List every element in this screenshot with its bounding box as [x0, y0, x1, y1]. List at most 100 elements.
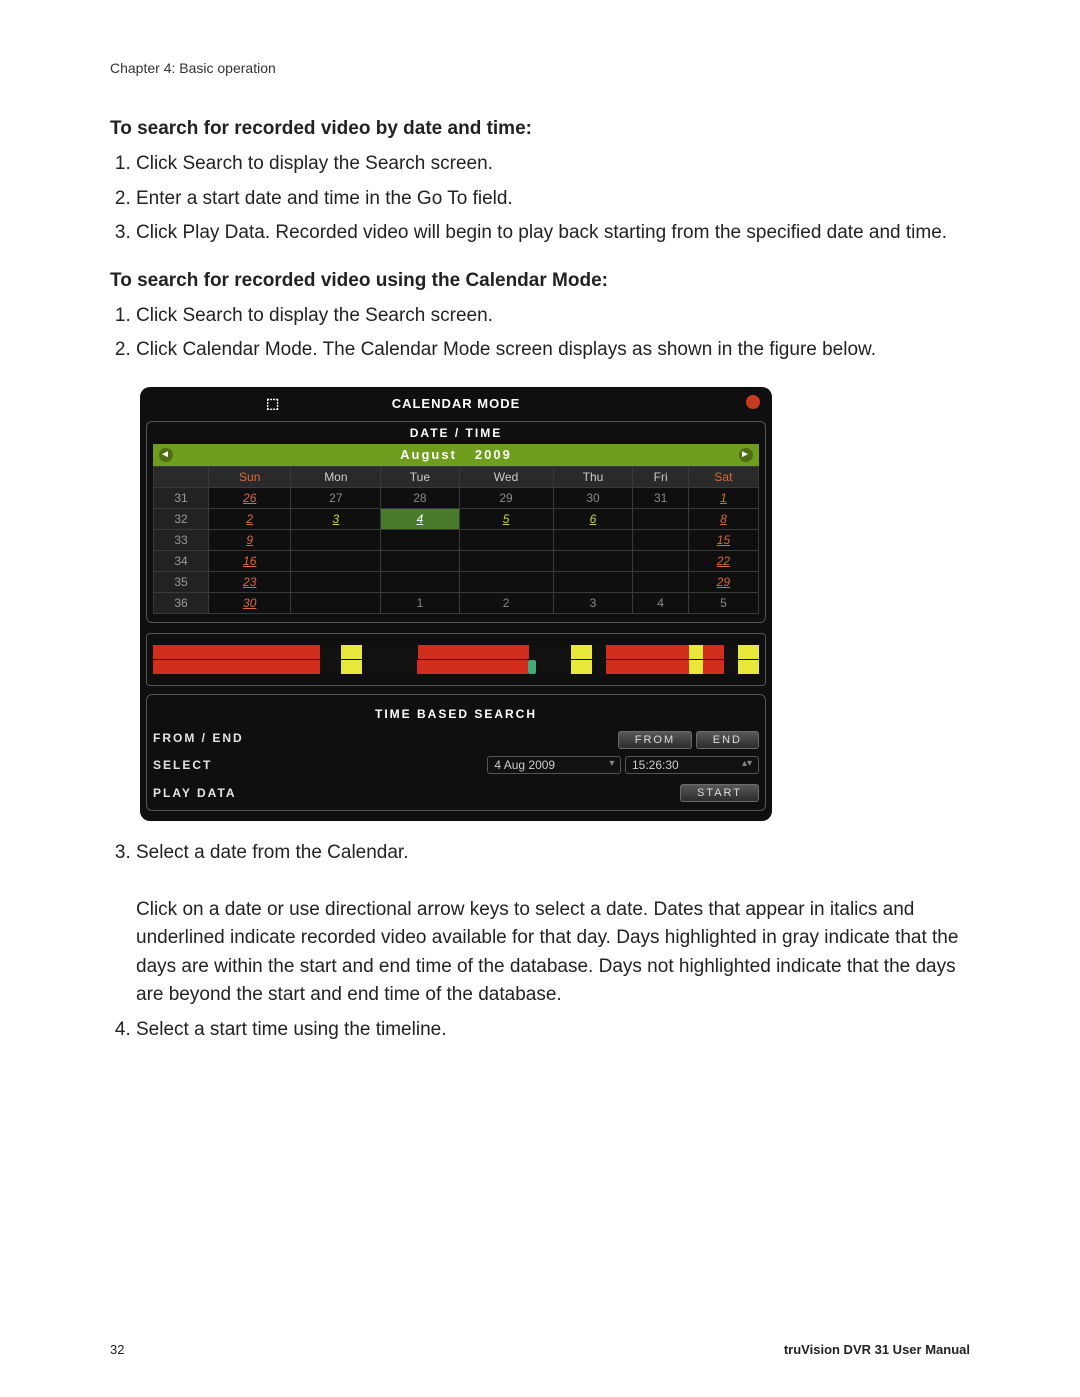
cal-hdr-tue: Tue [381, 466, 459, 487]
select-date-input[interactable]: 4 Aug 2009▾ [487, 756, 621, 774]
cursor-icon: ⬚ [266, 395, 282, 409]
cal-day[interactable]: 9 [209, 529, 291, 550]
close-icon[interactable] [746, 395, 760, 409]
step: Click Play Data. Recorded video will beg… [136, 219, 970, 248]
month-bar: ◄ August 2009 ► [153, 444, 759, 466]
page-number: 32 [110, 1342, 124, 1357]
cal-hdr-wed: Wed [459, 466, 553, 487]
cal-day[interactable] [381, 571, 459, 592]
cal-day[interactable]: 8 [688, 508, 758, 529]
end-button[interactable]: END [696, 731, 759, 749]
cal-week: 35 [154, 571, 209, 592]
select-row: SELECT 4 Aug 2009▾ 15:26:30▴▾ [153, 756, 759, 774]
cal-hdr-fri: Fri [633, 466, 688, 487]
figure-title: CALENDAR MODE [392, 396, 521, 411]
cal-day[interactable]: 16 [209, 550, 291, 571]
steps-datetime: Click Search to display the Search scree… [110, 150, 970, 248]
play-data-label: PLAY DATA [153, 786, 237, 800]
cal-day[interactable] [459, 571, 553, 592]
cal-day[interactable]: 26 [209, 487, 291, 508]
cal-day[interactable] [633, 529, 688, 550]
cal-day-selected[interactable]: 4 [381, 508, 459, 529]
timeline-marker-icon[interactable] [528, 660, 536, 674]
cal-day[interactable] [459, 529, 553, 550]
cal-day[interactable]: 29 [688, 571, 758, 592]
cal-hdr-thu: Thu [553, 466, 633, 487]
cal-day[interactable]: 30 [209, 592, 291, 613]
month-label: August [400, 447, 457, 462]
page-footer: 32 truVision DVR 31 User Manual [110, 1342, 970, 1357]
cal-day[interactable] [291, 550, 381, 571]
cal-day[interactable]: 2 [209, 508, 291, 529]
step: Select a date from the Calendar. Click o… [136, 839, 970, 1010]
cal-day[interactable] [633, 571, 688, 592]
year-label: 2009 [475, 447, 512, 462]
cal-hdr-sun: Sun [209, 466, 291, 487]
cal-week: 34 [154, 550, 209, 571]
cal-day[interactable]: 3 [553, 592, 633, 613]
from-end-row: FROM / END FROM END [153, 731, 759, 746]
cal-week: 31 [154, 487, 209, 508]
cal-day[interactable] [553, 529, 633, 550]
steps-calendar: Click Search to display the Search scree… [110, 302, 970, 365]
cal-day[interactable] [553, 550, 633, 571]
section-heading-calendar: To search for recorded video using the C… [110, 270, 970, 292]
select-time-input[interactable]: 15:26:30▴▾ [625, 756, 759, 774]
chapter-label: Chapter 4: Basic operation [110, 60, 970, 76]
cal-day[interactable]: 15 [688, 529, 758, 550]
step: Click Search to display the Search scree… [136, 150, 970, 179]
calendar-mode-figure: ⬚ CALENDAR MODE DATE / TIME ◄ August 200… [140, 387, 772, 821]
cal-day[interactable] [291, 529, 381, 550]
cal-day[interactable]: 29 [459, 487, 553, 508]
step: Enter a start date and time in the Go To… [136, 185, 970, 214]
cal-hdr-sat: Sat [688, 466, 758, 487]
select-label: SELECT [153, 758, 212, 772]
cal-day[interactable] [633, 550, 688, 571]
timeline-panel[interactable] [146, 633, 766, 686]
manual-title: truVision DVR 31 User Manual [784, 1342, 970, 1357]
cal-day[interactable] [459, 550, 553, 571]
start-button[interactable]: START [680, 784, 759, 802]
cal-week: 32 [154, 508, 209, 529]
from-button[interactable]: FROM [618, 731, 692, 749]
step: Select a start time using the timeline. [136, 1016, 970, 1045]
calendar-table[interactable]: Sun Mon Tue Wed Thu Fri Sat 31 26 27 28 … [153, 466, 759, 614]
cal-day[interactable]: 1 [381, 592, 459, 613]
section-heading-datetime: To search for recorded video by date and… [110, 118, 970, 140]
cal-day[interactable]: 2 [459, 592, 553, 613]
cal-day[interactable] [553, 571, 633, 592]
tbs-title: TIME BASED SEARCH [153, 707, 759, 721]
cal-day[interactable] [381, 550, 459, 571]
cal-day[interactable]: 22 [688, 550, 758, 571]
cal-day[interactable] [291, 592, 381, 613]
panel-title: DATE / TIME [153, 426, 759, 440]
date-time-panel: DATE / TIME ◄ August 2009 ► Sun Mon Tue … [146, 421, 766, 623]
cal-day[interactable]: 1 [688, 487, 758, 508]
cal-day[interactable]: 5 [688, 592, 758, 613]
figure-titlebar: ⬚ CALENDAR MODE [146, 393, 766, 415]
cal-day[interactable]: 28 [381, 487, 459, 508]
cal-day[interactable]: 23 [209, 571, 291, 592]
cal-day[interactable]: 5 [459, 508, 553, 529]
prev-month-icon[interactable]: ◄ [159, 448, 173, 462]
cal-day[interactable]: 6 [553, 508, 633, 529]
steps-calendar-after: Select a date from the Calendar. Click o… [110, 839, 970, 1045]
from-end-label: FROM / END [153, 731, 244, 745]
spinner-icon[interactable]: ▴▾ [738, 758, 752, 772]
next-month-icon[interactable]: ► [739, 448, 753, 462]
play-data-row: PLAY DATA START [153, 784, 759, 802]
cal-day[interactable] [633, 508, 688, 529]
cal-day[interactable]: 30 [553, 487, 633, 508]
cal-day[interactable]: 31 [633, 487, 688, 508]
step: Click Calendar Mode. The Calendar Mode s… [136, 336, 970, 365]
cal-day[interactable]: 4 [633, 592, 688, 613]
dropdown-icon[interactable]: ▾ [605, 758, 614, 772]
time-based-search-panel: TIME BASED SEARCH FROM / END FROM END SE… [146, 694, 766, 811]
cal-day[interactable] [381, 529, 459, 550]
cal-hdr-week [154, 466, 209, 487]
cal-day[interactable]: 3 [291, 508, 381, 529]
cal-week: 33 [154, 529, 209, 550]
cal-day[interactable] [291, 571, 381, 592]
cal-day[interactable]: 27 [291, 487, 381, 508]
step: Click Search to display the Search scree… [136, 302, 970, 331]
